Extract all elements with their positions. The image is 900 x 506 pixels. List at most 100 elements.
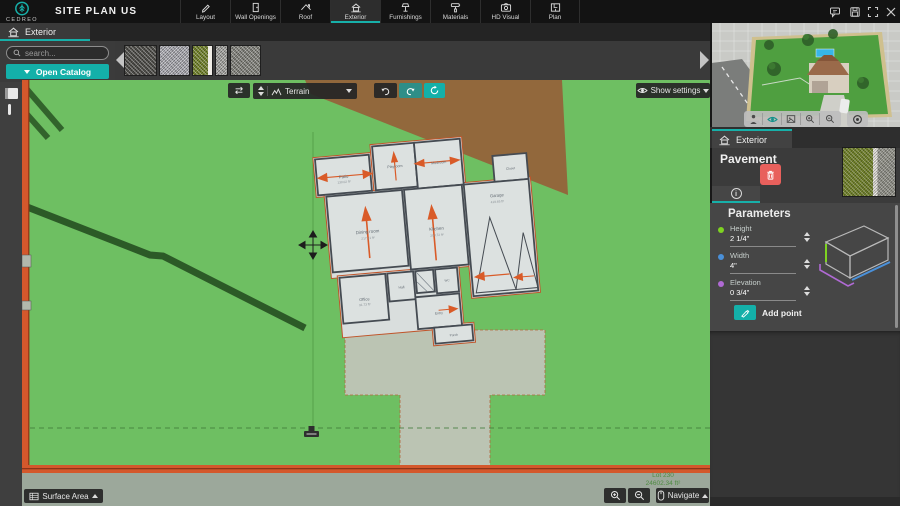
preview-toolbar	[744, 111, 841, 127]
main-nav-tabs: Layout Wall Openings Roof Exterior Furni…	[180, 0, 580, 23]
survey-marker-icon[interactable]	[304, 426, 319, 437]
height-input[interactable]: 2 1/4"	[730, 234, 796, 247]
texture-thumb-concrete[interactable]	[159, 45, 190, 76]
tab-label: Furnishings	[389, 14, 422, 21]
inspector-tab-label: Exterior	[736, 135, 767, 145]
navigate-label: Navigate	[668, 491, 700, 500]
refresh-terrain-button[interactable]	[424, 83, 445, 98]
preview-zoom-in-icon[interactable]	[801, 113, 820, 125]
height-stepper[interactable]	[804, 232, 810, 242]
view-eye-icon[interactable]	[763, 113, 782, 125]
add-point-label: Add point	[762, 308, 802, 318]
strip-scroll-right-icon[interactable]	[700, 51, 709, 69]
swap-tool-button[interactable]	[228, 83, 250, 98]
redo-button[interactable]	[399, 83, 422, 98]
chevron-up-icon	[702, 494, 708, 498]
room-label: Entry	[435, 311, 444, 316]
house-icon	[718, 134, 731, 146]
lamp-icon	[400, 2, 411, 13]
texture-thumb-grass-stripe[interactable]	[192, 45, 213, 76]
driveway[interactable]	[345, 330, 545, 469]
tab-wall-openings[interactable]: Wall Openings	[230, 0, 280, 23]
zoom-in-button[interactable]	[604, 488, 626, 503]
inspector-tab-exterior[interactable]: Exterior	[712, 129, 792, 148]
sub-tab-row	[0, 23, 710, 41]
room-label: Patio	[339, 174, 350, 180]
application-window: CEDREO SITE PLAN US Layout Wall Openings…	[0, 0, 900, 506]
site-plan-canvas[interactable]: Patio 130.02 ft² Playroom Mudroom Closet…	[22, 80, 710, 506]
height-color-dot	[718, 227, 724, 233]
search-icon	[13, 49, 21, 57]
terrain-stepper[interactable]	[258, 86, 264, 96]
tab-exterior[interactable]: Exterior	[330, 0, 380, 23]
terrain-mode-dropdown[interactable]: Terrain	[253, 83, 357, 99]
hedge-line[interactable]	[22, 205, 305, 328]
delete-button[interactable]	[760, 164, 781, 185]
texture-thumb-dark-gravel[interactable]	[124, 45, 157, 76]
cedreo-logo-icon	[14, 1, 30, 16]
elevation-field: Elevation 0 3/4"	[718, 278, 810, 303]
boundary-left	[22, 80, 29, 465]
floor-plan[interactable]: Patio 130.02 ft² Playroom Mudroom Closet…	[312, 131, 544, 355]
navigate-button[interactable]: Navigate	[656, 488, 709, 503]
surface-area-button[interactable]: Surface Area	[24, 489, 103, 503]
pavement-texture-thumbnail[interactable]	[842, 147, 896, 197]
tab-hd-visual[interactable]: HD Visual	[480, 0, 530, 23]
close-icon[interactable]	[884, 5, 897, 18]
house-icon	[350, 2, 362, 13]
info-tab[interactable]: i	[712, 186, 760, 203]
fullscreen-icon[interactable]	[866, 5, 879, 18]
room-label: Office	[359, 296, 371, 302]
elevation-edge	[820, 264, 854, 286]
cedreo-logo[interactable]: CEDREO	[5, 1, 39, 22]
zoom-out-button[interactable]	[628, 488, 650, 503]
roof-icon	[300, 2, 312, 13]
chevron-up-icon	[92, 494, 98, 498]
pavement-dimension-diagram	[816, 222, 894, 294]
room-label: Porch	[449, 333, 458, 338]
boundary-post	[22, 255, 31, 267]
preview-zoom-out-icon[interactable]	[820, 113, 839, 125]
texture-thumb-gravel[interactable]	[230, 45, 261, 76]
search-input[interactable]	[25, 49, 102, 58]
height-label: Height	[730, 224, 752, 233]
snapshot-card-icon[interactable]	[782, 113, 801, 125]
elevation-input[interactable]: 0 3/4"	[730, 288, 796, 301]
left-scrollbar-thumb[interactable]	[8, 104, 11, 115]
width-stepper[interactable]	[804, 259, 810, 269]
tab-plan[interactable]: Plan	[530, 0, 580, 23]
elevation-stepper[interactable]	[804, 286, 810, 296]
eye-icon	[637, 86, 648, 95]
boundary-left-edge	[28, 80, 29, 465]
open-catalog-button[interactable]: Open Catalog	[6, 64, 109, 79]
tab-layout[interactable]: Layout	[180, 0, 230, 23]
width-input[interactable]: 4"	[730, 261, 796, 274]
undo-icon	[380, 86, 391, 96]
subtab-label: Exterior	[25, 27, 56, 37]
catalog-collapse-icon[interactable]	[5, 88, 18, 99]
comment-icon[interactable]	[828, 5, 841, 18]
show-settings-button[interactable]: Show settings	[636, 83, 710, 98]
preview-camera-button[interactable]	[847, 111, 868, 127]
width-field: Width 4"	[718, 251, 810, 276]
subtab-exterior[interactable]: Exterior	[0, 23, 90, 41]
inspector-scrollbar[interactable]	[895, 205, 898, 328]
room-label: Hall	[398, 285, 404, 290]
width-color-dot	[718, 254, 724, 260]
lot-label: Lot 230 24602.34 ft²	[620, 472, 706, 488]
texture-thumb-light-stone[interactable]	[215, 45, 228, 76]
inspector-footer	[710, 497, 900, 506]
save-icon[interactable]	[848, 5, 861, 18]
walkthrough-person-icon[interactable]	[744, 113, 763, 125]
chevron-down-icon	[24, 70, 30, 74]
tab-label: Wall Openings	[235, 14, 276, 21]
undo-button[interactable]	[374, 83, 397, 98]
tab-label: Plan	[549, 14, 562, 21]
zoom-in-icon	[610, 490, 621, 501]
tab-roof[interactable]: Roof	[280, 0, 330, 23]
tab-furnishings[interactable]: Furnishings	[380, 0, 430, 23]
terrain-icon	[271, 87, 282, 96]
add-point-button[interactable]	[734, 305, 756, 320]
tab-materials[interactable]: Materials	[430, 0, 480, 23]
blueprint-icon	[550, 2, 561, 13]
